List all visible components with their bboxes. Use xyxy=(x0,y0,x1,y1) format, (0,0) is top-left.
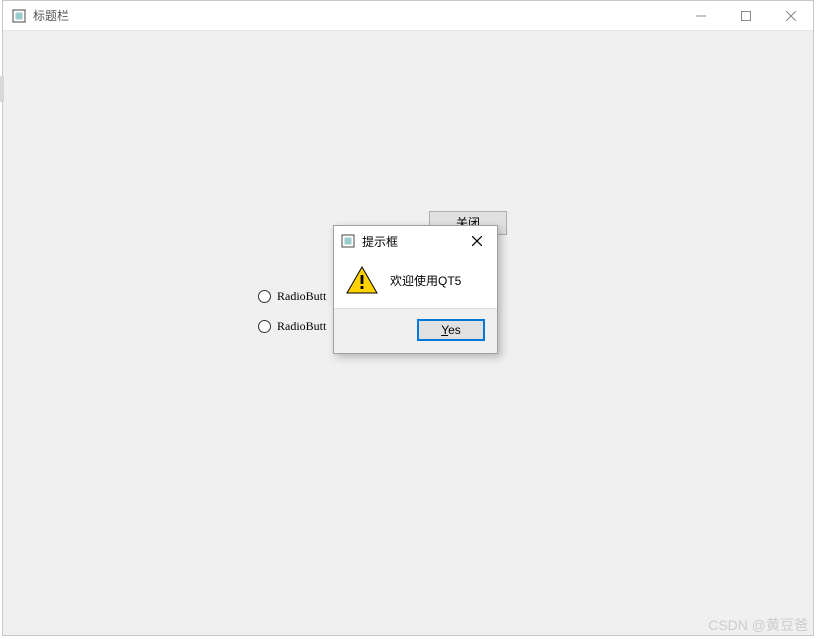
dialog-body: 欢迎使用QT5 xyxy=(334,256,497,308)
warning-icon xyxy=(346,266,378,294)
left-strip xyxy=(0,76,4,102)
radio-button-1[interactable]: RadioButt xyxy=(258,287,326,305)
dialog-app-icon xyxy=(340,233,356,249)
window-title: 标题栏 xyxy=(33,7,69,24)
window-controls xyxy=(678,1,813,31)
close-window-button[interactable] xyxy=(768,1,813,31)
yes-button[interactable]: Yes xyxy=(417,319,485,341)
app-icon xyxy=(11,8,27,24)
radio-group: RadioButt RadioButt xyxy=(258,287,326,347)
dialog-footer: Yes xyxy=(334,308,497,353)
watermark: CSDN @黄豆爸 xyxy=(708,615,808,635)
titlebar[interactable]: 标题栏 xyxy=(3,1,813,31)
message-dialog: 提示框 欢迎使用QT5 Yes xyxy=(333,225,498,354)
maximize-button[interactable] xyxy=(723,1,768,31)
dialog-close-button[interactable] xyxy=(457,226,497,256)
radio-label-2: RadioButt xyxy=(277,319,326,334)
radio-circle-icon xyxy=(258,320,271,333)
dialog-message: 欢迎使用QT5 xyxy=(390,272,461,289)
dialog-titlebar[interactable]: 提示框 xyxy=(334,226,497,256)
radio-button-2[interactable]: RadioButt xyxy=(258,317,326,335)
radio-circle-icon xyxy=(258,290,271,303)
radio-label-1: RadioButt xyxy=(277,289,326,304)
minimize-button[interactable] xyxy=(678,1,723,31)
dialog-title: 提示框 xyxy=(362,233,398,250)
